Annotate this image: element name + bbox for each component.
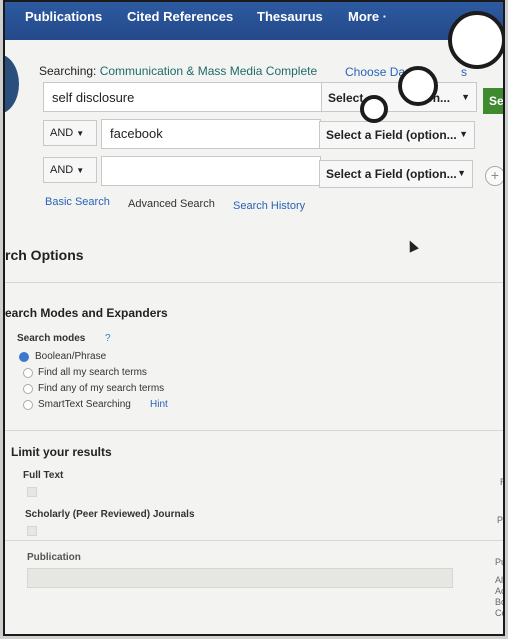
section-divider — [5, 540, 503, 541]
edge-list-item: Ac — [495, 586, 505, 596]
hint-link[interactable]: Hint — [150, 399, 168, 410]
field-select-2-label: Select a Field (option... — [326, 128, 457, 142]
chevron-down-icon: ▼ — [457, 168, 466, 178]
publication-input[interactable] — [27, 568, 453, 588]
chevron-down-icon: ▼ — [459, 129, 468, 139]
chevron-down-icon: ▼ — [461, 92, 470, 102]
mode-find-all: Find all my search terms — [38, 367, 147, 378]
edge-label-pu-2: Pu — [495, 557, 505, 567]
field-select-1-label: Select — [328, 91, 364, 105]
radio-smarttext[interactable] — [23, 400, 33, 410]
help-icon[interactable]: ? — [105, 333, 111, 344]
edge-label-r: R — [500, 477, 503, 487]
publication-label: Publication — [27, 552, 81, 563]
logo-partial — [5, 54, 19, 114]
chevron-down-icon: ▼ — [76, 129, 85, 138]
operator-select-2[interactable]: AND ▼ — [43, 120, 97, 146]
radio-boolean-phrase[interactable] — [19, 352, 29, 362]
nav-more[interactable]: More · — [348, 9, 387, 24]
search-button[interactable]: Se — [483, 88, 503, 114]
operator-select-3[interactable]: AND ▼ — [43, 157, 97, 183]
circle-marker-large — [448, 11, 503, 69]
scholarly-checkbox[interactable] — [27, 526, 37, 536]
screen: Publications Cited References Thesaurus … — [3, 0, 505, 636]
search-input-2-value: facebook — [110, 126, 163, 141]
search-options-heading: rch Options — [5, 247, 84, 263]
edge-label-pu-1: Pu — [497, 515, 504, 525]
field-select-3[interactable]: Select a Field (option... ▼ — [319, 160, 473, 188]
section-divider — [5, 430, 503, 431]
choose-databases-text: Choose Da — [345, 65, 406, 79]
database-name: Communication & Mass Media Complete — [99, 64, 318, 78]
search-modes-label: Search modes — [17, 333, 86, 344]
nav-cited-references[interactable]: Cited References — [127, 9, 233, 24]
search-input-2[interactable]: facebook — [101, 119, 321, 149]
mode-boolean-phrase: Boolean/Phrase — [35, 351, 107, 362]
operator-2-label: AND — [50, 127, 74, 139]
searching-label: Searching: — [39, 64, 97, 78]
section-divider — [5, 282, 503, 283]
search-input-3[interactable] — [101, 156, 321, 186]
search-modes-heading: earch Modes and Expanders — [5, 306, 168, 320]
field-select-3-label: Select a Field (option... — [326, 167, 457, 181]
mode-smarttext: SmartText Searching — [38, 399, 131, 410]
full-text-checkbox[interactable] — [27, 487, 37, 497]
add-row-icon[interactable]: + — [485, 166, 503, 186]
search-input-1[interactable]: self disclosure — [43, 82, 323, 112]
chevron-down-icon: ▼ — [76, 166, 85, 175]
mode-find-any: Find any of my search terms — [38, 383, 165, 394]
advanced-search-label: Advanced Search — [128, 198, 215, 210]
field-select-2[interactable]: Select a Field (option... ▼ — [319, 121, 475, 149]
circle-marker-small — [360, 95, 388, 123]
nav-thesaurus[interactable]: Thesaurus — [257, 9, 323, 24]
limit-results-heading: Limit your results — [11, 445, 112, 459]
edge-list-item: Co — [495, 608, 503, 618]
circle-marker-medium — [398, 66, 438, 106]
radio-find-any[interactable] — [23, 384, 33, 394]
scholarly-label: Scholarly (Peer Reviewed) Journals — [25, 509, 195, 520]
operator-3-label: AND — [50, 164, 74, 176]
radio-find-all[interactable] — [23, 368, 33, 378]
searching-database-line: Searching: Communication & Mass Media Co… — [39, 64, 317, 78]
search-input-1-value: self disclosure — [52, 90, 135, 105]
full-text-label: Full Text — [23, 470, 64, 481]
mouse-pointer-icon — [405, 238, 419, 253]
edge-list-item: Bo — [495, 597, 505, 607]
search-history-link[interactable]: Search History — [233, 200, 305, 212]
basic-search-link[interactable]: Basic Search — [45, 196, 110, 208]
edge-list-item: Al — [495, 575, 504, 585]
nav-publications[interactable]: Publications — [25, 9, 102, 24]
top-navigation-bar: Publications Cited References Thesaurus … — [5, 2, 503, 40]
